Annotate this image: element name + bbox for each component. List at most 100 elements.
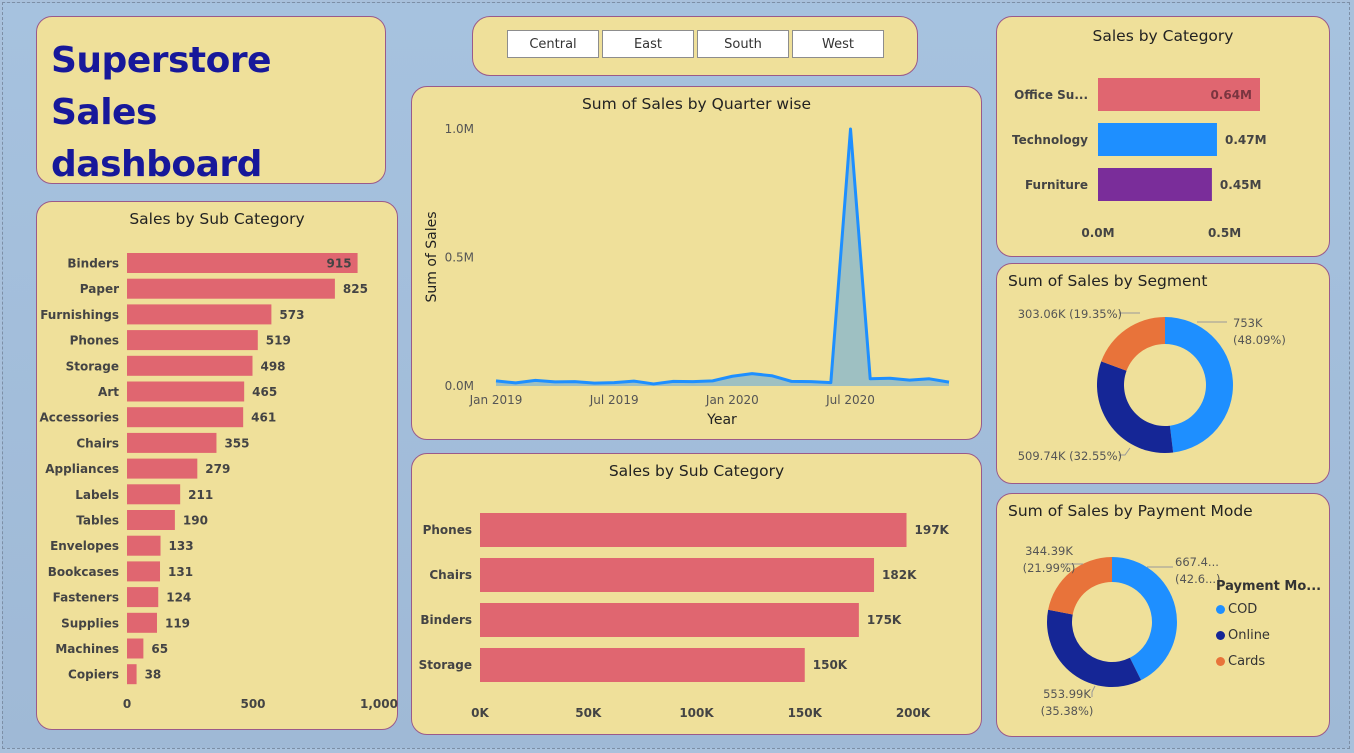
payment-legend-online[interactable]: Online [1216, 628, 1270, 643]
data-label: 197K [915, 523, 950, 537]
bar [127, 330, 258, 351]
bar [480, 603, 859, 637]
category-label: Machines [55, 642, 119, 656]
category-label: Technology [1012, 133, 1088, 147]
category-label: Tables [76, 514, 119, 528]
data-label: 915 [327, 257, 352, 271]
bar [1098, 168, 1212, 201]
category-label: Office Su... [1014, 88, 1088, 102]
category-label: Accessories [40, 411, 120, 425]
x-axis-title: Year [706, 412, 737, 428]
bar [127, 278, 335, 299]
bar [480, 558, 875, 592]
bar [127, 535, 161, 556]
category-label: Storage [419, 658, 472, 672]
x-tick-label: 0.5M [1208, 226, 1241, 240]
data-label: 667.4... (42.6...) [1175, 555, 1221, 586]
payment-legend-cod-label: COD [1228, 602, 1258, 617]
slicer-west[interactable]: West [792, 30, 884, 58]
category-label: Storage [66, 359, 119, 373]
category-label: Furnishings [40, 308, 119, 322]
category-label: Furniture [1025, 178, 1088, 192]
bar [127, 612, 157, 633]
data-label: 119 [165, 616, 190, 630]
data-label: 0.64M [1210, 88, 1252, 102]
cards-dot-icon [1216, 657, 1225, 666]
donut-slice [1047, 609, 1142, 687]
bar [127, 253, 358, 273]
data-label: 519 [266, 334, 291, 348]
bar [127, 381, 245, 402]
category-label: Envelopes [50, 539, 119, 553]
segment-panel: Sum of Sales by Segment 753K (48.09%) 509.… [996, 263, 1330, 484]
slicer-south[interactable]: South [697, 30, 789, 58]
sub-category-bottom-panel: Sales by Sub Category Phones 197K Chairs 18… [411, 453, 982, 735]
donut-slice [1165, 317, 1234, 453]
bar [480, 648, 805, 682]
x-tick-label: 1,000 [360, 697, 398, 711]
data-label: 65 [151, 642, 168, 656]
data-label: 131 [168, 565, 193, 579]
payment-legend-cod[interactable]: COD [1216, 602, 1257, 617]
category-label: Binders [420, 613, 472, 627]
category-label: Copiers [68, 668, 119, 682]
quarter-line-chart: 1.0M 0.5M 0.0MJan 2019 Jul 2019 Jan 2020 Jul … [424, 122, 950, 428]
category-label: Chairs [76, 436, 119, 450]
data-label: 182K [882, 568, 917, 582]
region-slicer: Central East South West [472, 16, 918, 76]
payment-chart: 667.4... (42.6...) 553.99K (35.38%) 344.39K(… [1023, 544, 1221, 718]
data-label: 211 [188, 488, 213, 502]
bar [127, 432, 217, 453]
payment-legend-online-label: Online [1228, 628, 1270, 643]
x-tick-label: 100K [679, 706, 714, 720]
payment-legend-cards-label: Cards [1228, 654, 1266, 669]
data-label: 190 [183, 514, 208, 528]
dashboard-canvas: Superstore Sales dashboard Central East … [2, 2, 1350, 749]
title-card: Superstore Sales dashboard [36, 16, 386, 185]
x-tick-label: 150K [788, 706, 823, 720]
bar [480, 513, 907, 547]
x-tick-label: 0K [471, 706, 489, 720]
bar [127, 587, 159, 608]
data-label: 150K [813, 658, 848, 672]
data-label: 573 [279, 308, 304, 322]
data-label: 124 [166, 591, 191, 605]
category-label: Appliances [45, 462, 119, 476]
sub-category-left-panel: Sales by Sub Category Binders 915 Paper 825… [36, 201, 398, 730]
x-tick-label: Jul 2019 [589, 393, 639, 407]
slicer-central[interactable]: Central [507, 30, 599, 58]
category-label: Binders [67, 257, 119, 271]
x-tick-label: Jan 2020 [705, 393, 759, 407]
data-label: 753K (48.09%) [1233, 316, 1286, 347]
donut-slice [1097, 361, 1174, 453]
x-tick-label: 0.0M [1081, 226, 1114, 240]
x-tick-label: 500 [240, 697, 265, 711]
online-dot-icon [1216, 631, 1225, 640]
data-label: 38 [145, 668, 162, 682]
payment-panel: Sum of Sales by Payment Mode 667.4... (42… [996, 493, 1330, 737]
sub-category-left-chart: Binders 915 Paper 825 Furnishings 573 Phones 51… [40, 253, 398, 711]
data-label: 344.39K (21.99%) [1023, 544, 1076, 575]
bar [127, 355, 253, 376]
leader-line [1091, 685, 1096, 697]
bar [127, 407, 244, 428]
series-line [495, 127, 950, 386]
slicer-east[interactable]: East [602, 30, 694, 58]
payment-legend-cards[interactable]: Cards [1216, 654, 1265, 669]
data-label: 303.06K (19.35%) [1018, 307, 1122, 321]
donut-slice [1101, 317, 1165, 371]
category-label: Bookcases [48, 565, 119, 579]
category-chart: Office Su... 0.64M Technology 0.47M Furnitur… [1012, 78, 1267, 240]
category-label: Supplies [61, 616, 119, 630]
data-label: 175K [867, 613, 902, 627]
x-tick-label: Jul 2020 [825, 393, 875, 407]
bar [127, 561, 161, 582]
category-label: Chairs [429, 568, 472, 582]
y-axis-title: Sum of Sales [424, 211, 440, 302]
data-label: 825 [343, 282, 368, 296]
category-label: Fasteners [53, 591, 119, 605]
bar [127, 484, 181, 505]
category-label: Paper [80, 282, 119, 296]
category-label: Labels [75, 488, 119, 502]
data-label: 0.45M [1220, 178, 1262, 192]
